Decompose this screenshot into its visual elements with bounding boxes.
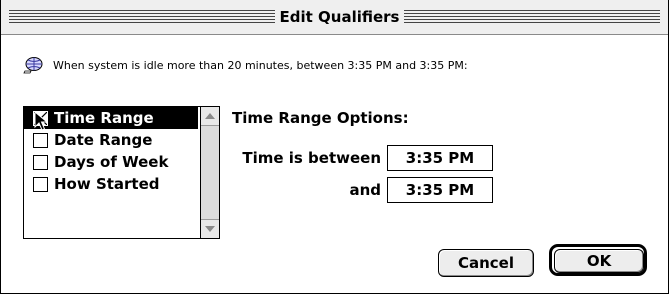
- triangle-up-icon: [205, 113, 215, 119]
- ok-button[interactable]: OK: [554, 249, 644, 273]
- scroll-up-arrow[interactable]: [201, 107, 219, 126]
- scroll-down-arrow[interactable]: [201, 219, 219, 238]
- date-range-checkbox[interactable]: [33, 132, 48, 148]
- list-item-how-started[interactable]: How Started: [24, 173, 198, 195]
- summary-text: When system is idle more than 20 minutes…: [53, 58, 468, 72]
- title-bar[interactable]: Edit Qualifiers: [1, 0, 668, 35]
- and-label: and: [349, 181, 381, 199]
- list-item-label: Date Range: [54, 131, 153, 149]
- window-title: Edit Qualifiers: [275, 6, 404, 28]
- list-item-label: How Started: [54, 175, 160, 193]
- qualifier-list-items: Time Range Date Range Days of Week How S…: [24, 107, 198, 195]
- title-bar-stripes-left: [9, 10, 275, 25]
- triangle-down-icon: [205, 226, 215, 232]
- list-item-label: Days of Week: [54, 153, 169, 171]
- qualifier-list[interactable]: Time Range Date Range Days of Week How S…: [23, 106, 220, 239]
- how-started-checkbox[interactable]: [33, 176, 48, 192]
- time-between-label: Time is between: [242, 149, 381, 167]
- globe-script-icon: [23, 57, 43, 74]
- mouse-pointer-icon: [34, 111, 48, 131]
- list-item-label: Time Range: [54, 109, 154, 127]
- start-time-field[interactable]: 3:35 PM: [387, 145, 493, 171]
- days-of-week-checkbox[interactable]: [33, 154, 48, 170]
- qualifier-summary: When system is idle more than 20 minutes…: [23, 55, 468, 75]
- options-title: Time Range Options:: [232, 109, 409, 127]
- list-scrollbar[interactable]: [200, 107, 219, 238]
- list-item-days-of-week[interactable]: Days of Week: [24, 151, 198, 173]
- list-item-time-range[interactable]: Time Range: [24, 107, 198, 129]
- end-time-field[interactable]: 3:35 PM: [387, 177, 493, 203]
- title-bar-stripes-right: [404, 10, 660, 25]
- list-item-date-range[interactable]: Date Range: [24, 129, 198, 151]
- cancel-button[interactable]: Cancel: [438, 249, 534, 277]
- edit-qualifiers-dialog: Edit Qualifiers When system is idle more…: [0, 0, 669, 294]
